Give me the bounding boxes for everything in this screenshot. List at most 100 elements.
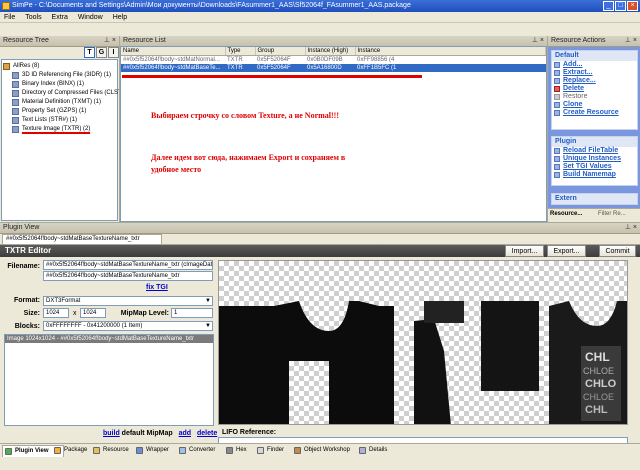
extern-group-title[interactable]: Extern [552, 194, 637, 204]
texture-preview[interactable]: CHL CHLOE CHLO CHLOE CHL [218, 260, 628, 425]
size-label: Size: [23, 310, 40, 317]
tree-item-allres[interactable]: AllRes (8) [2, 62, 117, 71]
resource-type-icon [12, 90, 19, 97]
close-button[interactable]: × [627, 1, 638, 11]
tree-item-txmt[interactable]: Material Definition (TXMT) (1) [2, 98, 117, 107]
commit-button[interactable]: Commit [599, 245, 636, 257]
tab-filter-resources[interactable]: Filter Re... [598, 211, 626, 217]
action-label: Set TGI Values [563, 163, 612, 170]
action-replace[interactable]: Replace... [552, 77, 637, 85]
resource-type-icon [12, 99, 19, 106]
action-unique-instances[interactable]: Unique Instances [552, 155, 637, 163]
export-button[interactable]: Export... [547, 245, 586, 257]
pin-icon[interactable]: ⊥ × [625, 223, 637, 233]
format-select[interactable]: DXT3Format ▼ [43, 296, 213, 306]
filename-field-1[interactable]: ##0x5f52064f!body~stdMatBaseTextureName_… [43, 260, 213, 270]
resource-icon [93, 447, 100, 454]
menu-help[interactable]: Help [109, 12, 131, 23]
minimize-button[interactable]: _ [603, 1, 614, 11]
action-delete[interactable]: Delete [552, 85, 637, 93]
action-build-namemap[interactable]: Build Namemap [552, 171, 637, 179]
resource-tree: AllRes (8) 3D ID Referencing File (3IDR)… [1, 59, 133, 221]
menu-window[interactable]: Window [74, 12, 107, 23]
action-create-resource[interactable]: Create Resource [552, 109, 637, 117]
column-type[interactable]: Type [225, 47, 256, 56]
pin-icon[interactable]: ⊥ × [532, 36, 544, 46]
svg-text:CHLO: CHLO [585, 378, 617, 390]
tree-item-binx[interactable]: Binary Index (BINX) (1) [2, 80, 117, 89]
fix-tgi-link[interactable]: fix TGI [146, 284, 168, 291]
column-instance[interactable]: Instance [355, 47, 546, 56]
import-button[interactable]: Import... [505, 245, 544, 257]
mipmap-level-field[interactable]: 1 [171, 308, 213, 318]
action-clone[interactable]: Clone [552, 101, 637, 109]
menu-file[interactable]: File [0, 12, 19, 23]
tree-item-label: Material Definition (TXMT) (1) [22, 99, 102, 105]
delete-link[interactable]: delete [197, 430, 217, 437]
filename-field-2[interactable]: ##0x5f52064f!body~stdMatBaseTextureName_… [43, 271, 213, 281]
tab-details[interactable]: Details [357, 445, 405, 456]
blocks-value: 0xFFFFFFFF - 0x41200000 (1 Item) [46, 323, 143, 329]
size-width-field[interactable]: 1024 [43, 308, 69, 318]
menu-extra[interactable]: Extra [48, 12, 72, 23]
action-set-tgi[interactable]: Set TGI Values [552, 163, 637, 171]
resource-type-icon [12, 117, 19, 124]
plugin-view-icon [5, 448, 12, 455]
resource-type-icon [12, 81, 19, 88]
annotation-export-step: Далее идем вот сюда, нажимаем Export и с… [151, 153, 346, 162]
size-height-field[interactable]: 1024 [80, 308, 106, 318]
action-add[interactable]: Add... [552, 61, 637, 69]
cell-group: 0x5F52064F [257, 57, 291, 63]
tree-item-str[interactable]: Text Lists (STR#) (1) [2, 116, 117, 125]
resource-actions-panel: Resource Actions ⊥ × Default Add... Extr… [547, 36, 640, 222]
resource-type-icon [12, 108, 19, 115]
blocks-select[interactable]: 0xFFFFFFFF - 0x41200000 (1 Item) ▼ [43, 321, 213, 331]
tree-mode-group-button[interactable]: G [96, 47, 107, 58]
unique-icon [554, 156, 560, 162]
add-icon [554, 62, 560, 68]
build-link[interactable]: build [103, 430, 120, 437]
column-name[interactable]: Name [121, 47, 226, 56]
menu-tools[interactable]: Tools [21, 12, 45, 23]
extract-icon [554, 70, 560, 76]
tree-mode-instance-button[interactable]: I [108, 47, 119, 58]
column-instance-high[interactable]: Instance (High) [305, 47, 356, 56]
tab-label: Wrapper [146, 447, 169, 453]
tab-label: Package [64, 447, 88, 453]
column-group[interactable]: Group [255, 47, 306, 56]
tree-mode-type-button[interactable]: T [84, 47, 95, 58]
resource-tree-header: Resource Tree ⊥ × [0, 36, 119, 47]
format-label: Format: [13, 297, 40, 304]
clone-icon [554, 102, 560, 108]
tab-resource-actions[interactable]: Resource... [550, 211, 582, 217]
default-actions-group: Default Add... Extract... Replace... Del… [551, 50, 638, 130]
svg-text:CHLOE: CHLOE [583, 392, 614, 402]
table-row[interactable]: ##0x5f52064f!body~stdMatNormal... TXTR 0… [121, 56, 546, 65]
action-label: Reload FileTable [563, 147, 619, 154]
converter-icon [179, 447, 186, 454]
action-reload-filetable[interactable]: Reload FileTable [552, 147, 637, 155]
size-separator: x [73, 310, 77, 317]
action-restore[interactable]: Restore [552, 93, 637, 101]
plugin-view-header: Plugin View ⊥ × [0, 223, 640, 234]
tree-item-label: Directory of Compressed Files (CLST) (1) [22, 90, 133, 96]
cell-instance-high: 0x0B0DF09B [307, 57, 343, 63]
plugin-doc-tab[interactable]: ##0x5f52064f!body~stdMatBaseTextureName_… [2, 234, 162, 244]
resource-tree-panel: Resource Tree ⊥ × T G I AllRes (8) 3D ID… [0, 36, 133, 222]
tree-item-gzps[interactable]: Property Set (GZPS) (1) [2, 107, 117, 116]
pin-icon[interactable]: ⊥ × [104, 36, 116, 46]
resource-table: Name Type Group Instance (High) Instance… [121, 47, 546, 72]
table-row-selected[interactable]: ##0x5f52064f!body~stdMatBaseTe... TXTR 0… [121, 64, 546, 72]
tree-item-3idr[interactable]: 3D ID Referencing File (3IDR) (1) [2, 71, 117, 80]
action-extract[interactable]: Extract... [552, 69, 637, 77]
add-link[interactable]: add [179, 430, 191, 437]
tree-item-clst[interactable]: Directory of Compressed Files (CLST) (1) [2, 89, 133, 98]
tree-item-txtr[interactable]: Texture Image (TXTR) (2) [2, 125, 117, 134]
menu-bar: File Tools Extra Window Help [0, 12, 640, 23]
editor-title: TXTR Editor [5, 246, 52, 255]
pin-icon[interactable]: ⊥ × [625, 36, 637, 46]
delete-icon [554, 86, 560, 92]
tree-item-label: AllRes (8) [13, 63, 40, 69]
mipmap-list-item[interactable]: Image 1024x1024 - ##0x5f52064f!body~stdM… [5, 335, 213, 343]
maximize-button[interactable]: □ [615, 1, 626, 11]
